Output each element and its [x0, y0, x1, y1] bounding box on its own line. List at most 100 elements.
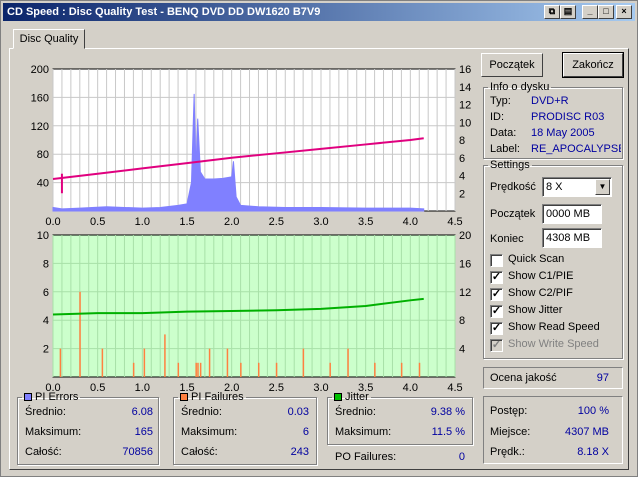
y-right-tick-label: 14 — [459, 82, 471, 94]
y-left-tick-label: 2 — [43, 344, 49, 356]
jitter-max-label: Maksimum: — [335, 426, 392, 438]
pi-failures-bar — [329, 362, 331, 377]
pi-failures-bar — [400, 362, 403, 377]
pi-failures-bar — [302, 348, 305, 377]
stop-button[interactable]: Zakończ — [562, 52, 624, 78]
disc-type-label: Typ: — [490, 95, 511, 107]
pi-failures-bar — [79, 291, 81, 377]
y-right-tick-label: 8 — [459, 315, 465, 327]
checkbox-show-c2-pif[interactable]: ✓ — [490, 288, 503, 301]
pi-errors-legend-text: PI Errors — [35, 391, 79, 403]
checkbox-quick-scan[interactable] — [490, 254, 503, 267]
pi-failures-swatch — [180, 393, 188, 401]
checkbox-show-c1-pie[interactable]: ✓ — [490, 271, 503, 284]
pi-failures-bar — [199, 362, 202, 377]
pi-failures-bar — [177, 362, 180, 377]
y-right-tick-label: 16 — [459, 258, 471, 270]
pi-failures-bar — [195, 362, 197, 377]
pi-failures-max: 6 — [302, 426, 309, 438]
pi-failures-legend: PI Failures — [178, 391, 246, 403]
y-right-tick-label: 4 — [459, 171, 465, 183]
pi-errors-swatch — [24, 393, 32, 401]
pi-failures-bar — [143, 348, 146, 377]
checkbox-label: Show Write Speed — [508, 338, 599, 350]
pi-failures-total: 243 — [290, 446, 309, 458]
start-position-label: Początek — [490, 208, 536, 220]
y-right-tick-label: 2 — [459, 188, 465, 200]
disc-id-label: ID: — [490, 111, 505, 123]
position-value: 4307 MB — [564, 426, 609, 438]
tab-disc-quality[interactable]: Disc Quality — [13, 29, 85, 49]
pi-failures-bar — [275, 362, 278, 377]
disc-date-value: 18 May 2005 — [531, 127, 595, 139]
jitter-max: 11.5 % — [431, 426, 465, 438]
end-position-input[interactable]: 4308 MB — [542, 228, 602, 248]
save-icon[interactable]: ▤ — [560, 5, 576, 19]
y-right-tick-label: 8 — [459, 135, 465, 147]
pi-failures-bar — [208, 348, 211, 377]
y-right-tick-label: 10 — [459, 117, 471, 129]
maximize-button[interactable]: □ — [598, 5, 614, 19]
disc-info-legend: Info o dysku — [490, 81, 550, 93]
po-failures-label: PO Failures: — [335, 451, 397, 463]
checkbox-label: Show Read Speed — [508, 321, 600, 333]
speed-select-value: 8 X — [546, 181, 563, 193]
y-left-tick-label: 6 — [43, 287, 49, 299]
pi-errors-avg-label: Średnio: — [25, 406, 66, 418]
y-left-tick-label: 160 — [31, 92, 49, 104]
pi-errors-max: 165 — [134, 426, 153, 438]
po-failures-value: 0 — [458, 451, 465, 463]
disc-id-value: PRODISC R03 — [531, 111, 605, 123]
y-left-tick-label: 4 — [43, 315, 49, 327]
pi-failures-bar — [132, 362, 135, 377]
close-button[interactable]: × — [616, 5, 632, 19]
progress-label: Postęp: — [490, 405, 528, 417]
settings-legend: Settings — [490, 159, 530, 171]
end-position-label: Koniec — [490, 233, 524, 245]
y-left-tick-label: 8 — [43, 258, 49, 270]
y-left-tick-label: 80 — [37, 149, 49, 161]
pi-failures-bar — [347, 348, 349, 377]
checkbox-label: Quick Scan — [508, 253, 565, 265]
pi-failures-bar — [101, 348, 104, 377]
pi-failures-bar — [240, 362, 242, 377]
jitter-swatch — [334, 393, 342, 401]
checkbox-show-jitter[interactable]: ✓ — [490, 305, 503, 318]
disc-date-label: Data: — [490, 127, 517, 139]
start-button[interactable]: Początek — [481, 53, 543, 77]
checkbox-label: Show Jitter — [508, 304, 563, 316]
jitter-avg-label: Średnio: — [335, 406, 376, 418]
jitter-legend: Jitter — [332, 391, 371, 403]
disc-type-value: DVD+R — [531, 95, 569, 107]
checkbox-label: Show C1/PIE — [508, 270, 574, 282]
pi-failures-bar — [59, 348, 62, 377]
copy-icon[interactable]: ⧉ — [544, 5, 560, 19]
pi-failures-bar — [257, 362, 260, 377]
speed-select[interactable]: 8 X ▼ — [542, 177, 612, 197]
read-speed-value: 8.18 X — [577, 446, 609, 458]
pi-failures-total-label: Całość: — [181, 446, 218, 458]
y-left-tick-label: 120 — [31, 121, 49, 133]
plot-area — [52, 234, 456, 378]
y-right-tick-label: 20 — [459, 230, 471, 242]
pi-failures-max-label: Maksimum: — [181, 426, 238, 438]
y-left-tick-label: 200 — [31, 64, 49, 76]
position-label: Miejsce: — [490, 426, 531, 438]
pi-failures-bar — [418, 362, 421, 377]
app-window: CD Speed : Disc Quality Test - BENQ DVD … — [0, 0, 638, 477]
checkbox-label: Show C2/PIF — [508, 287, 573, 299]
pi-errors-avg: 6.08 — [131, 406, 153, 418]
pi-failures-avg-label: Średnio: — [181, 406, 222, 418]
pi-failures-bar — [374, 362, 376, 377]
chevron-down-icon[interactable]: ▼ — [595, 179, 610, 195]
quality-label: Ocena jakość — [490, 372, 557, 384]
window-title: CD Speed : Disc Quality Test - BENQ DVD … — [7, 6, 321, 18]
start-position-input[interactable]: 0000 MB — [542, 204, 602, 224]
pi-failures-bar — [226, 348, 229, 377]
minimize-button[interactable]: _ — [582, 5, 598, 19]
pi-errors-total-label: Całość: — [25, 446, 62, 458]
y-right-tick-label: 12 — [459, 100, 471, 112]
checkbox-show-read-speed[interactable]: ✓ — [490, 322, 503, 335]
title-bar: CD Speed : Disc Quality Test - BENQ DVD … — [3, 3, 635, 21]
pi-failures-avg: 0.03 — [287, 406, 309, 418]
